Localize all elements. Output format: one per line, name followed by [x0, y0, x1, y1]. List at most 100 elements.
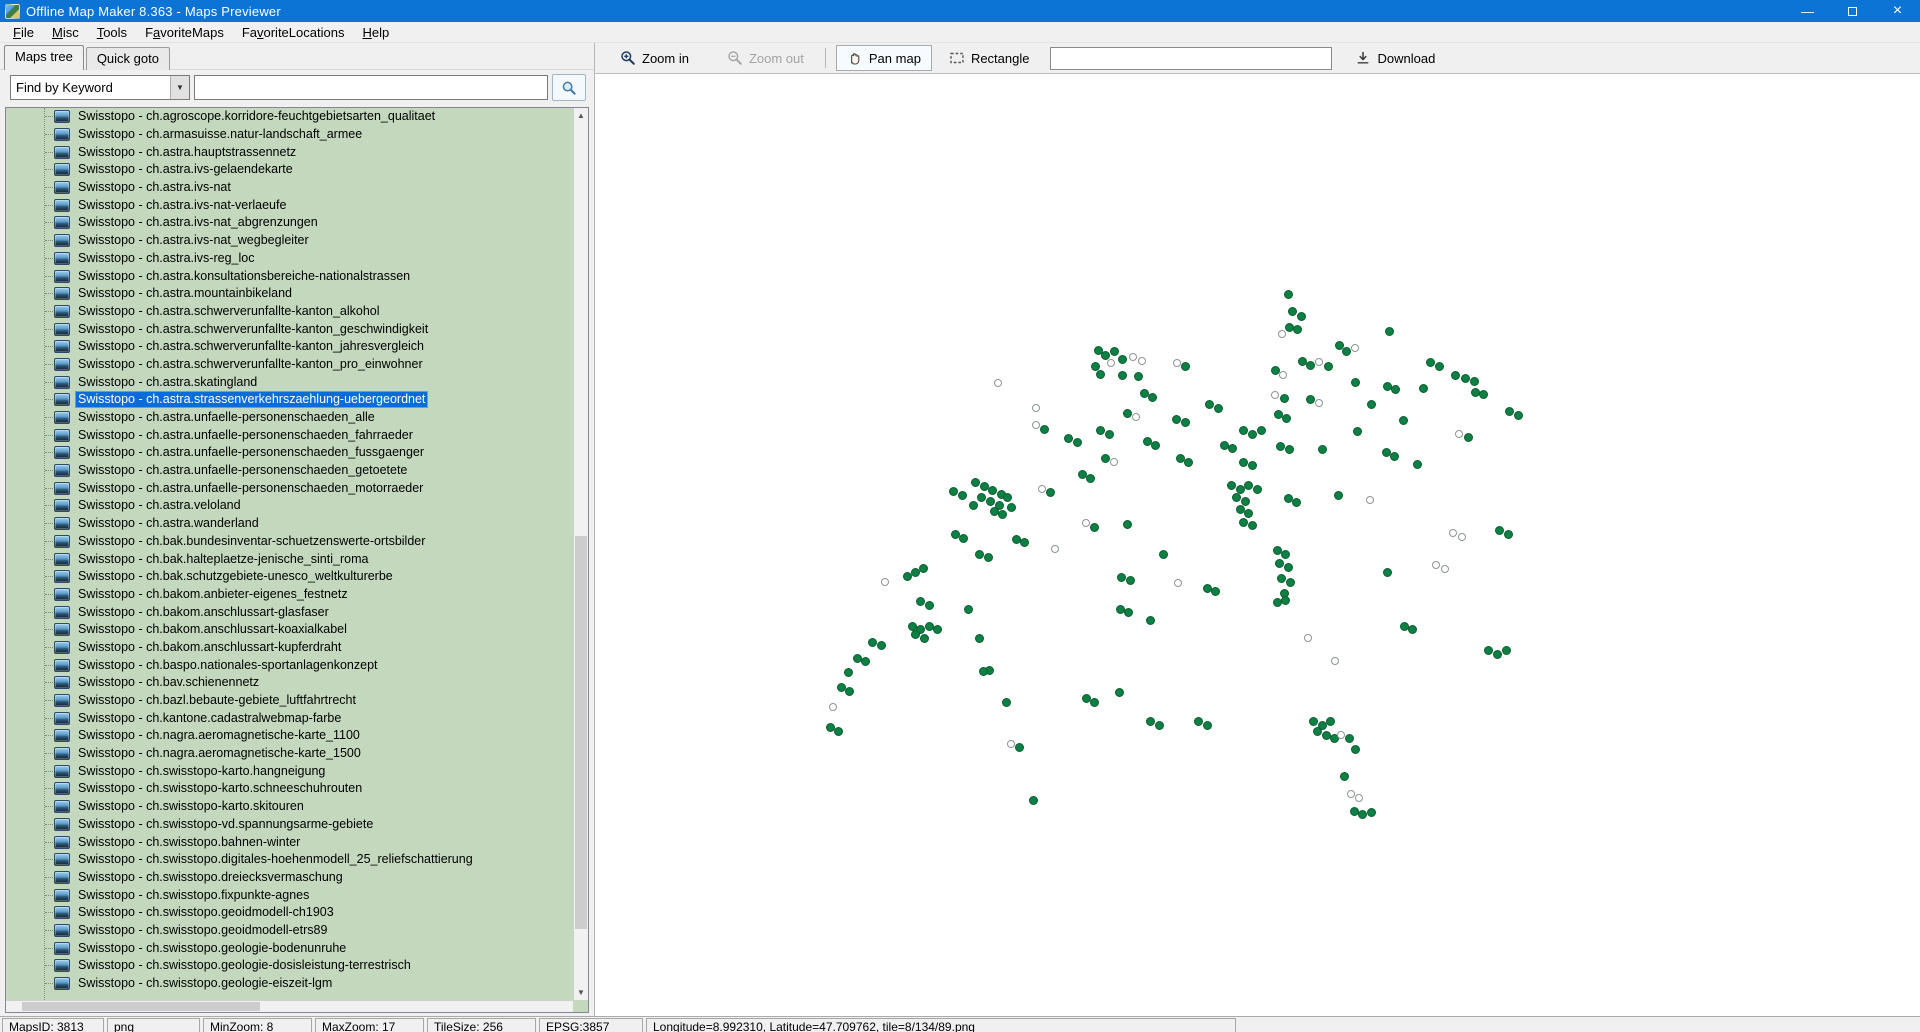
tree-item[interactable]: Swisstopo - ch.astra.unfaelle-personensc…: [6, 409, 588, 427]
tree-item[interactable]: Swisstopo - ch.bak.schutzgebiete-unesco_…: [6, 568, 588, 586]
tree-item-label: Swisstopo - ch.bav.schienennetz: [75, 675, 262, 690]
tree-item[interactable]: Swisstopo - ch.nagra.aeromagnetische-kar…: [6, 727, 588, 745]
menu-item-favoritemaps[interactable]: FavoriteMaps: [136, 23, 233, 42]
tree-item[interactable]: Swisstopo - ch.swisstopo.dreiecksvermasc…: [6, 869, 588, 887]
menu-item-favoritelocations[interactable]: FavoriteLocations: [233, 23, 354, 42]
station-dot-filled: [1244, 481, 1253, 490]
tree-item[interactable]: Swisstopo - ch.astra.schwerverunfallte-k…: [6, 303, 588, 321]
menu-item-misc[interactable]: Misc: [43, 23, 88, 42]
tree-item[interactable]: Swisstopo - ch.astra.veloland: [6, 497, 588, 515]
tree-item[interactable]: Swisstopo - ch.swisstopo.digitales-hoehe…: [6, 851, 588, 869]
tree-item[interactable]: Swisstopo - ch.swisstopo.geoidmodell-ch1…: [6, 904, 588, 922]
tree-connector: [45, 470, 53, 471]
tree-item[interactable]: Swisstopo - ch.astra.unfaelle-personensc…: [6, 479, 588, 497]
search-button[interactable]: [552, 74, 586, 101]
maximize-button[interactable]: [1830, 0, 1875, 22]
tree-item[interactable]: Swisstopo - ch.astra.wanderland: [6, 515, 588, 533]
station-dot-filled: [1281, 596, 1290, 605]
station-dot-filled: [1326, 717, 1335, 726]
tree-horizontal-scrollbar[interactable]: [6, 1000, 573, 1012]
map-layer-icon: [54, 146, 70, 159]
tree-item[interactable]: Swisstopo - ch.astra.konsultationsbereic…: [6, 267, 588, 285]
download-button[interactable]: Download: [1344, 45, 1446, 71]
station-dot-filled: [1313, 727, 1322, 736]
tree-item[interactable]: Swisstopo - ch.swisstopo.bahnen-winter: [6, 833, 588, 851]
tree-item[interactable]: Swisstopo - ch.astra.mountainbikeland: [6, 285, 588, 303]
tree-item[interactable]: Swisstopo - ch.swisstopo.geologie-eiszei…: [6, 975, 588, 993]
tab-quick-goto[interactable]: Quick goto: [86, 47, 170, 70]
tree-item[interactable]: Swisstopo - ch.bazl.bebaute-gebiete_luft…: [6, 692, 588, 710]
tree-item[interactable]: Swisstopo - ch.swisstopo.geologie-bodenu…: [6, 939, 588, 957]
map-layer-icon: [54, 924, 70, 937]
station-dot-filled: [1123, 520, 1132, 529]
tree-item[interactable]: Swisstopo - ch.kantone.cadastralwebmap-f…: [6, 709, 588, 727]
tree-vertical-scrollbar[interactable]: ▲ ▼: [573, 108, 588, 1000]
tree-item[interactable]: Swisstopo - ch.swisstopo.geoidmodell-etr…: [6, 922, 588, 940]
tab-maps-tree[interactable]: Maps tree: [4, 45, 84, 70]
tree-item[interactable]: Swisstopo - ch.astra.schwerverunfallte-k…: [6, 356, 588, 374]
tree-item[interactable]: Swisstopo - ch.bakom.anschlussart-koaxia…: [6, 621, 588, 639]
station-dot-filled: [1239, 518, 1248, 527]
tree-item-label: Swisstopo - ch.bak.bundesinventar-schuet…: [75, 534, 428, 549]
tree-item-label: Swisstopo - ch.astra.schwerverunfallte-k…: [75, 322, 431, 337]
toolbar-text-input[interactable]: [1050, 47, 1332, 70]
tree-item[interactable]: Swisstopo - ch.swisstopo.geologie-dosisl…: [6, 957, 588, 975]
tree-item[interactable]: Swisstopo - ch.bak.halteplaetze-jenische…: [6, 550, 588, 568]
tree-item[interactable]: Swisstopo - ch.astra.hauptstrassennetz: [6, 143, 588, 161]
station-dot-filled: [1090, 698, 1099, 707]
tree-item[interactable]: Swisstopo - ch.nagra.aeromagnetische-kar…: [6, 745, 588, 763]
rectangle-button[interactable]: Rectangle: [938, 45, 1041, 71]
tree-item[interactable]: Swisstopo - ch.swisstopo-karto.skitouren: [6, 798, 588, 816]
tree-item[interactable]: Swisstopo - ch.astra.strassenverkehrszae…: [6, 391, 588, 409]
tree-item[interactable]: Swisstopo - ch.armasuisse.natur-landscha…: [6, 126, 588, 144]
tree-item[interactable]: Swisstopo - ch.astra.ivs-nat_abgrenzunge…: [6, 214, 588, 232]
zoom-in-button[interactable]: Zoom in: [609, 45, 700, 71]
menu-item-help[interactable]: Help: [353, 23, 398, 42]
map-layer-icon: [54, 393, 70, 406]
tree-item[interactable]: Swisstopo - ch.astra.schwerverunfallte-k…: [6, 338, 588, 356]
tree-item[interactable]: Swisstopo - ch.agroscope.korridore-feuch…: [6, 108, 588, 126]
tree-hscroll-thumb[interactable]: [22, 1002, 260, 1011]
tree-item[interactable]: Swisstopo - ch.bak.bundesinventar-schuet…: [6, 533, 588, 551]
zoom-out-button[interactable]: Zoom out: [716, 45, 815, 71]
tree-item[interactable]: Swisstopo - ch.swisstopo-karto.hangneigu…: [6, 762, 588, 780]
tree-item[interactable]: Swisstopo - ch.swisstopo.fixpunkte-agnes: [6, 886, 588, 904]
close-button[interactable]: ×: [1875, 0, 1920, 22]
panel-tabs: Maps treeQuick goto: [0, 43, 594, 69]
tree-item[interactable]: Swisstopo - ch.astra.ivs-nat: [6, 179, 588, 197]
map-canvas[interactable]: [595, 74, 1920, 1016]
tree-item[interactable]: Swisstopo - ch.astra.unfaelle-personensc…: [6, 444, 588, 462]
maps-panel: Maps treeQuick goto Find by Keyword ▼ Sw…: [0, 43, 595, 1016]
scroll-up-icon[interactable]: ▲: [574, 108, 588, 123]
status-panel-5: EPSG:3857: [539, 1018, 643, 1032]
scroll-down-icon[interactable]: ▼: [574, 985, 588, 1000]
menu-item-tools[interactable]: Tools: [88, 23, 136, 42]
map-layer-icon: [54, 429, 70, 442]
tree-vscroll-thumb[interactable]: [575, 536, 587, 928]
tree-item[interactable]: Swisstopo - ch.bakom.anschlussart-glasfa…: [6, 603, 588, 621]
tree-item[interactable]: Swisstopo - ch.swisstopo-karto.schneesch…: [6, 780, 588, 798]
tree-item[interactable]: Swisstopo - ch.swisstopo-vd.spannungsarm…: [6, 816, 588, 834]
tree-item[interactable]: Swisstopo - ch.astra.ivs-reg_loc: [6, 250, 588, 268]
tree-item[interactable]: Swisstopo - ch.bakom.anbieter-eigenes_fe…: [6, 586, 588, 604]
search-input[interactable]: [194, 75, 548, 100]
tree-item[interactable]: Swisstopo - ch.astra.schwerverunfallte-k…: [6, 320, 588, 338]
tree-item[interactable]: Swisstopo - ch.baspo.nationales-sportanl…: [6, 656, 588, 674]
tree-item[interactable]: Swisstopo - ch.astra.unfaelle-personensc…: [6, 426, 588, 444]
map-toolbar: Zoom in Zoom out Pan map: [595, 43, 1920, 74]
tree-item[interactable]: Swisstopo - ch.astra.skatingland: [6, 373, 588, 391]
tree-item[interactable]: Swisstopo - ch.astra.ivs-nat_wegbegleite…: [6, 232, 588, 250]
tree-item-label: Swisstopo - ch.astra.wanderland: [75, 516, 262, 531]
minimize-button[interactable]: —: [1785, 0, 1830, 22]
tree-item[interactable]: Swisstopo - ch.bav.schienennetz: [6, 674, 588, 692]
status-panel-3: MaxZoom: 17: [315, 1018, 424, 1032]
tree-item[interactable]: Swisstopo - ch.astra.unfaelle-personensc…: [6, 462, 588, 480]
pan-map-button[interactable]: Pan map: [836, 45, 932, 71]
tree-item[interactable]: Swisstopo - ch.astra.ivs-nat-verlaeufe: [6, 196, 588, 214]
menu-item-file[interactable]: File: [4, 23, 43, 42]
find-mode-combobox[interactable]: Find by Keyword ▼: [10, 75, 190, 100]
tree-item[interactable]: Swisstopo - ch.astra.ivs-gelaendekarte: [6, 161, 588, 179]
tree-item[interactable]: Swisstopo - ch.bakom.anschlussart-kupfer…: [6, 639, 588, 657]
chevron-down-icon[interactable]: ▼: [170, 76, 189, 99]
map-layer-icon: [54, 252, 70, 265]
